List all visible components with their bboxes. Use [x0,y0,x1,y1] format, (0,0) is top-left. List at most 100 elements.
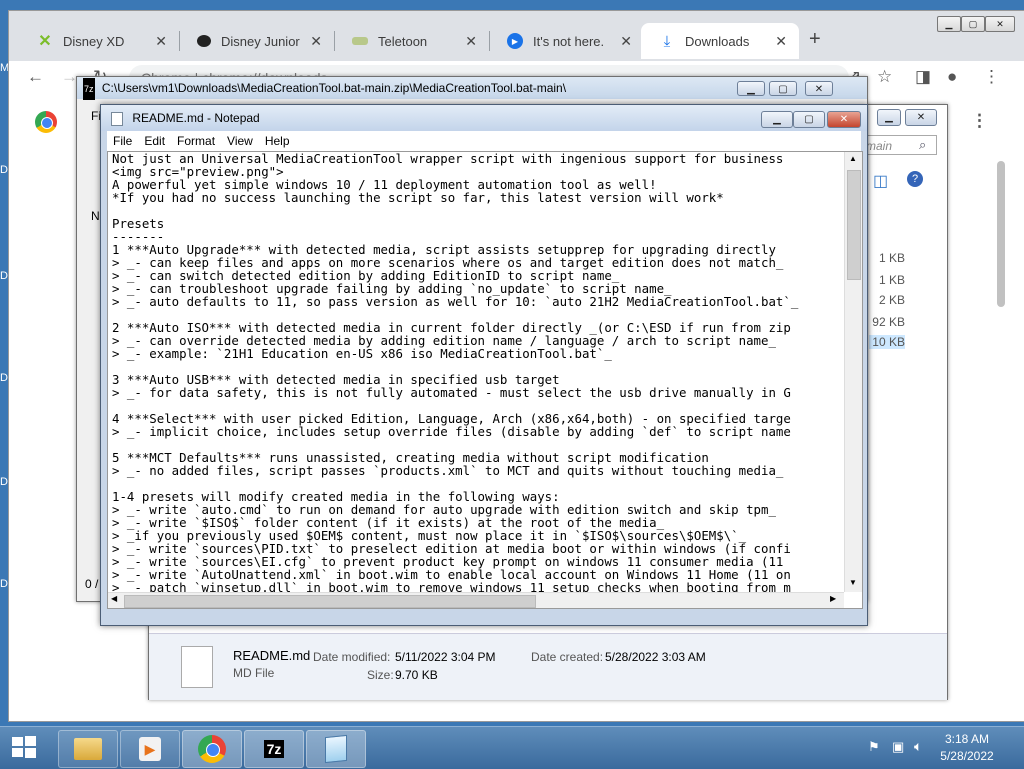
taskbar-media-player[interactable]: ▶ [120,730,180,768]
notepad-window: README.md - Notepad ▁ ▢ ✕ File Edit Format… [100,104,868,626]
back-icon[interactable]: ← [27,67,44,87]
volume-icon[interactable]: 🔈︎ [914,738,922,755]
vertical-scrollbar[interactable]: ▲ ▼ [844,152,862,592]
date-modified-label: Date modified: [313,650,391,664]
minimize-button[interactable]: ▁ [937,16,961,32]
close-tab-icon[interactable]: ✕ [620,33,632,50]
text-line[interactable]: > _- auto defaults to 11, so pass versio… [112,295,840,308]
minimize-button[interactable]: ▁ [737,81,765,96]
close-button[interactable]: ✕ [827,111,861,128]
notepad-content[interactable]: Not just an Universal MediaCreationTool … [112,152,840,592]
close-button[interactable]: ✕ [905,109,937,126]
text-line[interactable]: > _- example: `21H1 Education en-US x86 … [112,347,840,360]
scroll-down-arrow-icon[interactable]: ▼ [849,578,857,587]
tab-title: Downloads [685,33,750,49]
size-value: 9.70 KB [395,668,438,682]
new-tab-button[interactable]: + [809,28,821,51]
download-icon: ⤓ [663,32,671,50]
maximize-button[interactable]: ▢ [769,81,797,96]
text-line[interactable] [112,204,840,217]
date-created-label: Date created: [531,650,604,664]
bookmark-star-icon[interactable]: ☆ [877,67,892,87]
file-document-icon [181,646,213,688]
text-line[interactable]: Presets [112,217,840,230]
close-button[interactable]: ✕ [805,81,833,96]
7zip-list-header[interactable]: N [91,209,100,223]
menu-file[interactable]: File [107,131,138,151]
clock-date: 5/28/2022 [940,749,994,763]
preview-pane-icon[interactable]: ◫ [873,171,888,191]
minimize-button[interactable]: ▁ [877,109,901,126]
notepad-text-area[interactable]: Not just an Universal MediaCreationTool … [107,151,863,609]
tab-title: Disney Junior [221,33,300,49]
7zip-title: C:\Users\vm1\Downloads\MediaCreationTool… [101,81,567,95]
taskbar-file-explorer[interactable] [58,730,118,768]
details-file-type: MD File [233,666,275,680]
scroll-thumb[interactable] [847,170,861,280]
notepad-icon [325,734,347,764]
chrome-tab-strip: ✕ Disney XD ✕ Disney Junior ✕ Teletoon ✕… [9,11,1024,61]
chrome-logo-icon [35,111,57,133]
text-line[interactable]: > _- patch `winsetup.dll` in boot.wim to… [112,581,840,592]
disney-xd-icon: ✕ [38,33,52,50]
tab-disney-junior[interactable]: Disney Junior ✕ [179,23,334,59]
media-player-icon: ▶ [139,737,161,761]
chrome-menu-icon[interactable]: ⋮ [983,67,1000,87]
tab-disney-xd[interactable]: ✕ Disney XD ✕ [19,23,179,59]
windows-logo-icon [12,736,36,758]
horizontal-scrollbar[interactable]: ◀ ▶ [108,592,844,608]
search-icon[interactable]: ⌕ [919,137,926,153]
desktop-icon-label[interactable]: D [0,164,8,178]
help-icon[interactable]: ? [907,171,923,187]
disney-junior-icon [197,35,211,47]
taskbar: ▶ 7z ⚑ ▣ 🔈︎ 3:18 AM 5/28/2022 [0,726,1024,769]
menu-edit[interactable]: Edit [138,131,171,151]
profile-icon[interactable]: ● [947,67,957,87]
tab-downloads[interactable]: ⤓ Downloads ✕ [641,23,799,59]
scroll-left-arrow-icon[interactable]: ◀ [111,594,117,603]
menu-format[interactable]: Format [171,131,221,151]
tab-title: It's not here. [533,33,605,49]
network-icon[interactable]: ▣ [892,739,904,755]
desktop-icon-label[interactable]: D [0,270,8,284]
maximize-button[interactable]: ▢ [793,111,825,128]
7zip-icon: 7z [263,740,285,758]
taskbar-notepad[interactable] [306,730,366,768]
minimize-button[interactable]: ▁ [761,111,793,128]
close-tab-icon[interactable]: ✕ [465,33,477,50]
taskbar-chrome[interactable] [182,730,242,768]
menu-view[interactable]: View [221,131,259,151]
menu-help[interactable]: Help [259,131,296,151]
desktop-icon-label[interactable]: M [0,62,9,76]
taskbar-7zip[interactable]: 7z [244,730,304,768]
desktop-icon-label[interactable]: D [0,476,8,490]
horizontal-scroll-thumb[interactable] [124,595,536,608]
side-panel-icon[interactable]: ◨ [915,67,931,87]
network-warning-icon[interactable]: ⚑ [868,739,880,755]
downloads-menu-icon[interactable]: ⋮ [971,111,988,131]
file-size: 1 KB [878,251,905,265]
details-pane: README.md MD File Date modified: 5/11/20… [149,633,947,700]
start-button[interactable] [10,734,40,762]
scroll-up-arrow-icon[interactable]: ▲ [849,154,857,163]
7zip-status: 0 / [85,577,99,591]
7zip-title-bar: 7z C:\Users\vm1\Downloads\MediaCreationT… [77,77,867,100]
close-button[interactable]: ✕ [985,16,1015,32]
text-line[interactable]: *If you had no success launching the scr… [112,191,840,204]
close-tab-icon[interactable]: ✕ [155,33,167,50]
maximize-button[interactable]: ▢ [961,16,985,32]
file-size: 2 KB [878,293,905,307]
clock[interactable]: 3:18 AM 5/28/2022 [932,731,1002,765]
close-tab-icon[interactable]: ✕ [775,33,787,50]
text-line[interactable]: > _- implicit choice, includes setup ove… [112,425,840,438]
desktop-icon-label[interactable]: D [0,372,8,386]
scroll-right-arrow-icon[interactable]: ▶ [830,594,836,603]
page-scrollbar[interactable] [997,161,1005,307]
close-tab-icon[interactable]: ✕ [310,33,322,50]
desktop-icon-label[interactable]: D [0,578,8,592]
tab-teletoon[interactable]: Teletoon ✕ [334,23,489,59]
chrome-icon [198,735,226,763]
text-line[interactable]: > _- for data safety, this is not fully … [112,386,840,399]
tab-its-not-here[interactable]: ▶ It's not here. ✕ [489,23,644,59]
text-line[interactable]: > _- no added files, script passes `prod… [112,464,840,477]
